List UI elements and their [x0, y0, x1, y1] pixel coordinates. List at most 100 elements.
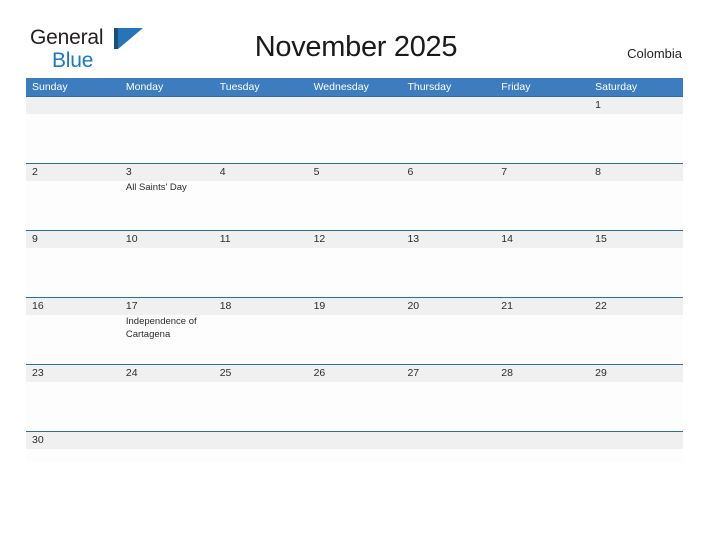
day-cell-number[interactable]: [308, 432, 402, 449]
day-cell-number[interactable]: [308, 97, 402, 114]
day-cell-event[interactable]: Independence of Cartagena: [120, 315, 214, 364]
day-cell-number[interactable]: 18: [214, 298, 308, 315]
day-cell-event[interactable]: [308, 449, 402, 462]
day-cell-number[interactable]: 29: [589, 365, 683, 382]
day-cell-number[interactable]: 5: [308, 164, 402, 181]
day-cell-number[interactable]: 8: [589, 164, 683, 181]
day-cell-event[interactable]: [120, 449, 214, 462]
day-cell-event[interactable]: [308, 114, 402, 163]
day-cell-event[interactable]: [589, 449, 683, 462]
day-cell-number[interactable]: 27: [401, 365, 495, 382]
day-cell-event[interactable]: [26, 449, 120, 462]
day-cell-event[interactable]: [308, 382, 402, 431]
day-cell-number[interactable]: 4: [214, 164, 308, 181]
week-date-numbers: 23 24 25 26 27 28 29: [26, 365, 683, 382]
day-cell-event[interactable]: [401, 181, 495, 230]
day-cell-event[interactable]: [495, 114, 589, 163]
day-cell-number[interactable]: 7: [495, 164, 589, 181]
day-cell-number[interactable]: [589, 432, 683, 449]
calendar-page: General Blue November 2025 Colombia Sund…: [0, 0, 712, 550]
day-cell-number[interactable]: 17: [120, 298, 214, 315]
day-cell-event[interactable]: [308, 248, 402, 297]
weekday-header-saturday: Saturday: [595, 81, 638, 93]
day-cell-number[interactable]: 19: [308, 298, 402, 315]
day-cell-event[interactable]: [308, 181, 402, 230]
day-cell-number[interactable]: 20: [401, 298, 495, 315]
day-cell-event[interactable]: [120, 382, 214, 431]
day-cell-number[interactable]: [401, 97, 495, 114]
day-cell-event[interactable]: [589, 382, 683, 431]
day-cell-event[interactable]: [26, 315, 120, 364]
day-cell-event[interactable]: [120, 114, 214, 163]
calendar-grid: Sunday Monday Tuesday Wednesday Thursday…: [26, 78, 683, 462]
day-cell-number[interactable]: 14: [495, 231, 589, 248]
day-cell-event[interactable]: [214, 449, 308, 462]
week-event-area: [26, 248, 683, 297]
calendar-week-row: 2 3 4 5 6 7 8 All Saints' Day: [26, 163, 683, 230]
day-cell-number[interactable]: 6: [401, 164, 495, 181]
day-cell-event[interactable]: [495, 382, 589, 431]
day-cell-event[interactable]: [589, 114, 683, 163]
day-cell-event[interactable]: [495, 248, 589, 297]
day-cell-event[interactable]: [401, 449, 495, 462]
week-event-area: [26, 114, 683, 163]
day-cell-event[interactable]: [214, 315, 308, 364]
day-cell-event[interactable]: [589, 315, 683, 364]
day-cell-number[interactable]: 3: [120, 164, 214, 181]
week-date-numbers: 16 17 18 19 20 21 22: [26, 298, 683, 315]
day-cell-event[interactable]: [214, 114, 308, 163]
day-cell-number[interactable]: 26: [308, 365, 402, 382]
day-cell-number[interactable]: 15: [589, 231, 683, 248]
day-cell-event[interactable]: [120, 248, 214, 297]
page-title: November 2025: [254, 31, 458, 63]
day-cell-event[interactable]: [401, 248, 495, 297]
day-cell-number[interactable]: [120, 97, 214, 114]
day-cell-event[interactable]: [214, 382, 308, 431]
day-cell-number[interactable]: 10: [120, 231, 214, 248]
calendar-week-row: 1: [26, 96, 683, 163]
day-cell-number[interactable]: 30: [26, 432, 120, 449]
day-cell-number[interactable]: 24: [120, 365, 214, 382]
day-cell-event[interactable]: [589, 248, 683, 297]
day-cell-event[interactable]: [26, 114, 120, 163]
day-cell-number[interactable]: 2: [26, 164, 120, 181]
day-cell-number[interactable]: 22: [589, 298, 683, 315]
day-cell-event[interactable]: [214, 248, 308, 297]
day-cell-event[interactable]: [589, 181, 683, 230]
day-cell-event[interactable]: [214, 181, 308, 230]
day-cell-event[interactable]: [495, 449, 589, 462]
day-cell-number[interactable]: [495, 97, 589, 114]
day-cell-event[interactable]: [495, 181, 589, 230]
day-cell-number[interactable]: 12: [308, 231, 402, 248]
day-cell-event[interactable]: [401, 315, 495, 364]
weekday-header-thursday: Thursday: [407, 81, 452, 93]
calendar-week-row: 30: [26, 431, 683, 462]
day-cell-event[interactable]: [26, 248, 120, 297]
day-cell-number[interactable]: 16: [26, 298, 120, 315]
day-cell-event[interactable]: [401, 114, 495, 163]
day-cell-number[interactable]: [26, 97, 120, 114]
day-cell-number[interactable]: [214, 432, 308, 449]
week-date-numbers: 9 10 11 12 13 14 15: [26, 231, 683, 248]
day-cell-number[interactable]: 1: [589, 97, 683, 114]
day-cell-event[interactable]: [308, 315, 402, 364]
day-cell-number[interactable]: 23: [26, 365, 120, 382]
day-cell-number[interactable]: [120, 432, 214, 449]
week-event-area: [26, 449, 683, 462]
day-cell-event[interactable]: [26, 181, 120, 230]
day-cell-number[interactable]: 21: [495, 298, 589, 315]
day-cell-number[interactable]: [495, 432, 589, 449]
day-cell-number[interactable]: 25: [214, 365, 308, 382]
day-cell-event[interactable]: All Saints' Day: [120, 181, 214, 230]
day-cell-event[interactable]: [495, 315, 589, 364]
day-cell-number[interactable]: 9: [26, 231, 120, 248]
day-cell-number[interactable]: 11: [214, 231, 308, 248]
week-event-area: Independence of Cartagena: [26, 315, 683, 364]
day-cell-number[interactable]: [401, 432, 495, 449]
day-cell-number[interactable]: 13: [401, 231, 495, 248]
day-cell-number[interactable]: [214, 97, 308, 114]
day-cell-number[interactable]: 28: [495, 365, 589, 382]
week-date-numbers: 2 3 4 5 6 7 8: [26, 164, 683, 181]
day-cell-event[interactable]: [26, 382, 120, 431]
day-cell-event[interactable]: [401, 382, 495, 431]
